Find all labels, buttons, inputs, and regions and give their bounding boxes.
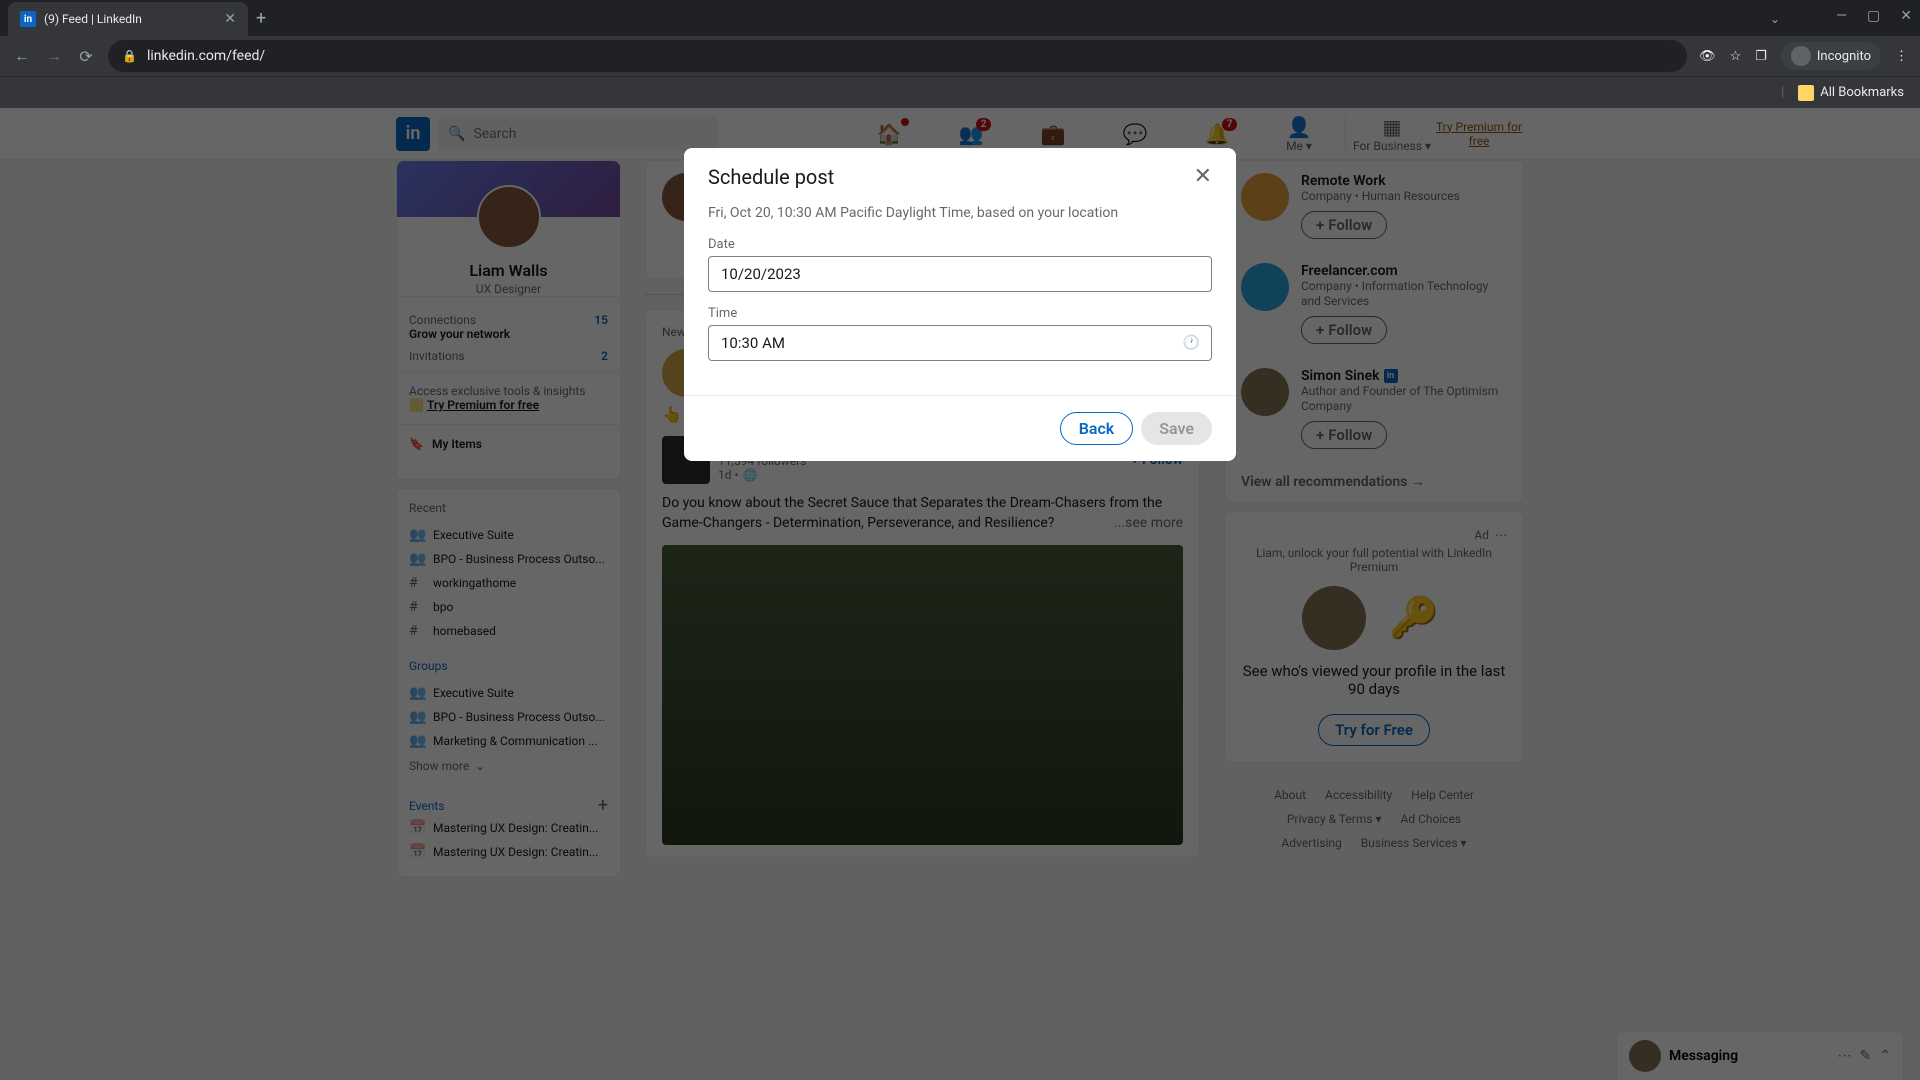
nav-back-icon[interactable]: ← — [12, 46, 32, 66]
bookmarks-separator: | — [1781, 85, 1784, 100]
tabs-dropdown-icon[interactable]: ⌄ — [1770, 12, 1780, 26]
back-button[interactable]: Back — [1060, 412, 1134, 445]
time-input[interactable] — [708, 325, 1212, 361]
url-bar[interactable]: 🔒 linkedin.com/feed/ — [108, 40, 1687, 72]
clock-icon[interactable]: 🕐 — [1183, 335, 1200, 351]
incognito-icon — [1791, 46, 1811, 66]
maximize-icon[interactable]: ▢ — [1867, 8, 1880, 24]
browser-menu-icon[interactable]: ⋮ — [1895, 49, 1908, 64]
save-button[interactable]: Save — [1141, 412, 1212, 445]
bookmark-star-icon[interactable]: ☆ — [1730, 49, 1742, 64]
nav-reload-icon[interactable]: ⟳ — [76, 47, 96, 66]
tab-close-icon[interactable]: ✕ — [224, 11, 236, 27]
date-label: Date — [708, 237, 1212, 252]
linkedin-favicon: in — [20, 11, 36, 27]
close-window-icon[interactable]: ✕ — [1900, 8, 1912, 24]
new-tab-button[interactable]: + — [256, 8, 266, 29]
all-bookmarks-label: All Bookmarks — [1820, 85, 1904, 100]
nav-forward-icon[interactable]: → — [44, 46, 64, 66]
modal-close-icon[interactable]: ✕ — [1194, 164, 1212, 189]
browser-tab[interactable]: in (9) Feed | LinkedIn ✕ — [8, 2, 248, 36]
date-input[interactable] — [708, 256, 1212, 292]
minimize-icon[interactable]: — — [1836, 8, 1847, 24]
folder-icon — [1798, 85, 1814, 101]
incognito-badge[interactable]: Incognito — [1781, 42, 1881, 70]
schedule-post-modal: Schedule post ✕ Fri, Oct 20, 10:30 AM Pa… — [684, 148, 1236, 461]
incognito-label: Incognito — [1817, 49, 1871, 64]
scheduled-datetime-text: Fri, Oct 20, 10:30 AM Pacific Daylight T… — [708, 205, 1212, 221]
eye-blocked-icon[interactable]: 👁 — [1699, 49, 1716, 64]
time-label: Time — [708, 306, 1212, 321]
url-text: linkedin.com/feed/ — [147, 48, 265, 64]
modal-title: Schedule post — [708, 165, 834, 189]
lock-icon: 🔒 — [122, 49, 137, 63]
extensions-icon[interactable]: ❐ — [1755, 49, 1767, 64]
tab-title: (9) Feed | LinkedIn — [44, 12, 216, 26]
all-bookmarks[interactable]: | All Bookmarks — [1781, 85, 1904, 101]
